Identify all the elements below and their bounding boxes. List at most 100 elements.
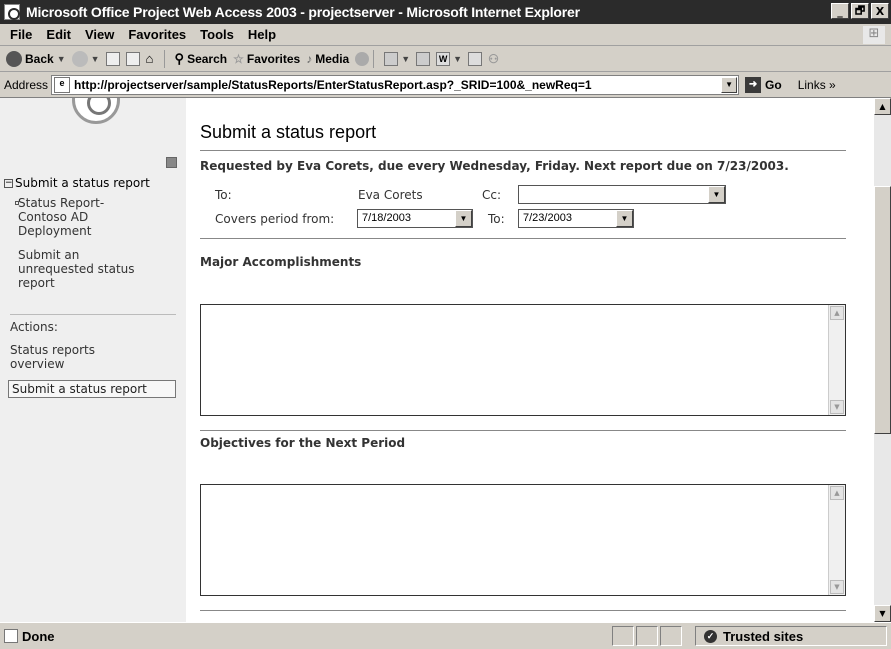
scroll-down-icon[interactable]: ▼	[874, 605, 891, 622]
chevron-down-icon[interactable]: ▼	[616, 210, 633, 227]
chevron-down-icon[interactable]: ▼	[57, 54, 66, 64]
print-icon	[416, 51, 431, 66]
window-controls: _ 🗗 X	[831, 3, 889, 19]
sidebar: − Submit a status report Status Report- C…	[0, 98, 186, 622]
section-title-accomplishments: Major Accomplishments	[200, 255, 362, 269]
from-date-value: 7/18/2003	[362, 212, 411, 224]
scroll-thumb[interactable]	[874, 186, 891, 434]
address-input[interactable]: e http://projectserver/sample/StatusRepo…	[51, 74, 740, 95]
cc-select[interactable]: ▼	[518, 185, 726, 204]
status-text: Done	[22, 628, 55, 644]
sidebar-item-line: Contoso AD	[18, 210, 89, 224]
menu-tools[interactable]: Tools	[193, 27, 241, 42]
chevron-down-icon[interactable]: ▼	[455, 210, 472, 227]
section-title-objectives: Objectives for the Next Period	[200, 436, 406, 450]
sidebar-link-status-reports-overview[interactable]: Status reports overview	[10, 343, 95, 371]
scroll-down-icon[interactable]: ▼	[830, 580, 844, 594]
sidebar-link-line: overview	[10, 357, 65, 371]
sidebar-item-status-report[interactable]: Status Report- Contoso AD Deployment	[8, 196, 104, 238]
mail-icon	[384, 51, 399, 66]
history-button[interactable]	[355, 51, 370, 66]
sidebar-item-line: report	[18, 276, 55, 290]
favorites-button[interactable]: ☆ Favorites	[233, 52, 300, 66]
address-url: http://projectserver/sample/StatusReport…	[74, 77, 592, 92]
collapse-sidebar-button[interactable]	[166, 157, 177, 168]
search-label: Search	[187, 51, 228, 66]
go-arrow-icon: ➜	[745, 76, 762, 93]
period-label: Covers period from:	[215, 212, 335, 226]
minimize-button[interactable]: _	[831, 3, 849, 19]
sidebar-section-title: Submit a status report	[15, 176, 150, 190]
chevron-down-icon[interactable]: ▼	[721, 76, 738, 93]
history-icon	[355, 51, 370, 66]
menu-help[interactable]: Help	[241, 27, 283, 42]
to-date-select[interactable]: 7/23/2003 ▼	[518, 209, 634, 228]
divider	[200, 430, 846, 431]
to-value: Eva Corets	[358, 188, 423, 202]
forward-button[interactable]: ▼	[71, 50, 100, 67]
chevron-down-icon[interactable]: ▼	[401, 54, 410, 64]
from-date-select[interactable]: 7/18/2003 ▼	[357, 209, 473, 228]
zone-label: Trusted sites	[723, 628, 804, 644]
windows-logo-icon: ⊞	[863, 26, 885, 44]
print-button[interactable]	[416, 51, 431, 66]
to-date-label: To:	[488, 212, 505, 226]
textarea-scrollbar[interactable]: ▲ ▼	[828, 485, 845, 595]
media-button[interactable]: ♪ Media	[306, 52, 349, 66]
scroll-up-icon[interactable]: ▲	[830, 306, 844, 320]
stop-button[interactable]	[105, 51, 120, 66]
sidebar-item-line: Status Report-	[18, 196, 105, 210]
refresh-button[interactable]	[125, 51, 140, 66]
menu-view[interactable]: View	[78, 27, 121, 42]
menu-edit[interactable]: Edit	[39, 27, 78, 42]
objectives-textarea[interactable]: ▲ ▼	[200, 484, 846, 596]
accomplishments-textarea[interactable]: ▲ ▼	[200, 304, 846, 416]
sidebar-current-action[interactable]: Submit a status report	[8, 380, 176, 398]
actions-label: Actions:	[10, 320, 58, 334]
sidebar-section-header[interactable]: − Submit a status report	[4, 176, 150, 190]
back-button[interactable]: Back ▼	[6, 50, 66, 67]
textarea-scrollbar[interactable]: ▲ ▼	[828, 305, 845, 415]
search-icon: ⚲	[174, 50, 185, 66]
links-label: Links	[797, 77, 826, 92]
links-button[interactable]: Links »	[798, 78, 836, 92]
bullet-icon	[15, 201, 19, 205]
toolbar: Back ▼ ▼ ⌂ ⚲ Search ☆ Favorites ♪ Media …	[0, 46, 891, 72]
mail-button[interactable]: ▼	[384, 51, 410, 66]
stop-icon	[105, 51, 120, 66]
messenger-button[interactable]: ⚇	[488, 52, 502, 66]
scroll-up-icon[interactable]: ▲	[874, 98, 891, 115]
to-label: To:	[215, 188, 232, 202]
status-pane	[612, 626, 634, 646]
sidebar-item-line: unrequested status	[18, 262, 135, 276]
collapse-icon[interactable]: −	[4, 179, 13, 188]
back-label: Back	[25, 51, 54, 66]
to-date-value: 7/23/2003	[523, 212, 572, 224]
discuss-button[interactable]	[468, 51, 483, 66]
status-pane	[636, 626, 658, 646]
search-button[interactable]: ⚲ Search	[175, 51, 228, 67]
word-button[interactable]: W ▼	[436, 51, 462, 66]
divider	[200, 238, 846, 239]
chevron-down-icon[interactable]: ▼	[453, 54, 462, 64]
media-icon: ♪	[306, 51, 313, 66]
home-button[interactable]: ⌂	[145, 50, 160, 66]
restore-button[interactable]: 🗗	[851, 3, 869, 19]
scroll-up-icon[interactable]: ▲	[830, 486, 844, 500]
toolbar-separator	[373, 49, 375, 68]
cc-label: Cc:	[482, 188, 502, 202]
page-scrollbar[interactable]: ▲ ▼	[874, 98, 891, 622]
checkmark-icon: ✓	[704, 629, 717, 643]
request-info: Requested by Eva Corets, due every Wedne…	[200, 159, 789, 173]
chevron-down-icon[interactable]: ▼	[708, 186, 725, 203]
divider	[200, 150, 846, 151]
scroll-down-icon[interactable]: ▼	[830, 400, 844, 414]
menu-favorites[interactable]: Favorites	[121, 27, 193, 42]
close-button[interactable]: X	[871, 3, 889, 19]
page-icon: e	[54, 76, 71, 93]
sidebar-item-unrequested[interactable]: Submit an unrequested status report	[18, 248, 135, 290]
go-button[interactable]: ➜ Go	[745, 76, 782, 93]
home-icon: ⌂	[145, 50, 154, 66]
menu-file[interactable]: File	[0, 27, 39, 42]
chevron-down-icon[interactable]: ▼	[91, 54, 100, 64]
